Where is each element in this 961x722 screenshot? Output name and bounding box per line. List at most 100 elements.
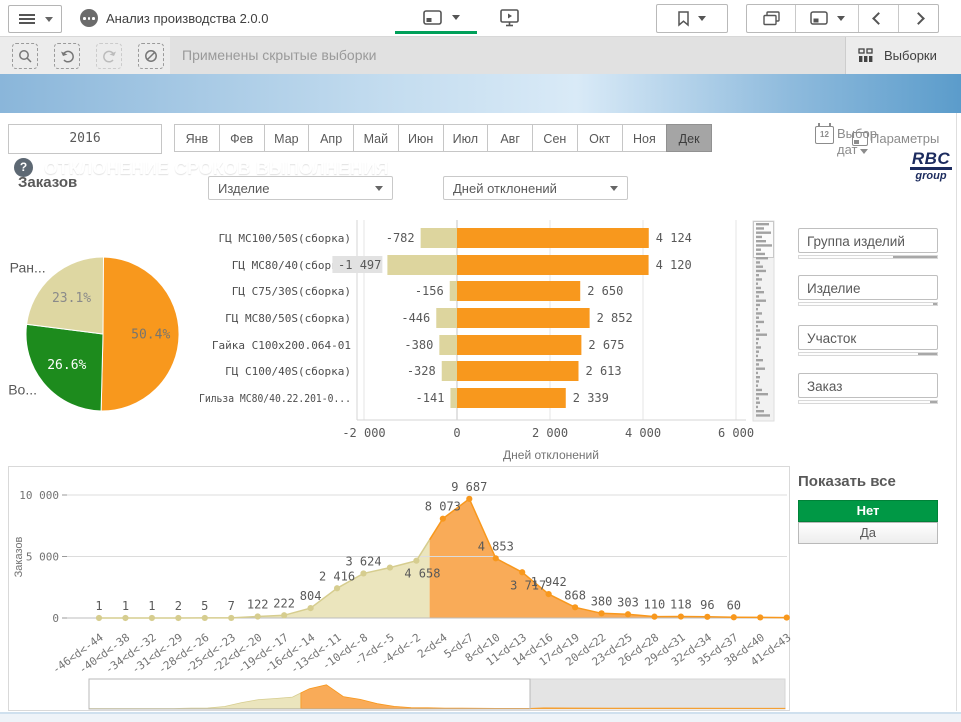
data-point[interactable] bbox=[202, 615, 208, 621]
sheet-chevron-down-icon[interactable] bbox=[452, 15, 460, 20]
minimap-window[interactable] bbox=[754, 222, 774, 258]
data-point[interactable] bbox=[625, 611, 631, 617]
bar-value-label: 2 339 bbox=[573, 391, 609, 405]
minimap-bar bbox=[756, 308, 758, 310]
data-point[interactable] bbox=[308, 605, 314, 611]
data-point[interactable] bbox=[704, 614, 710, 620]
bar-positive[interactable] bbox=[457, 308, 590, 328]
filter-scrollbar[interactable] bbox=[798, 400, 938, 404]
sheet-overview-button[interactable] bbox=[747, 5, 795, 32]
bar-positive[interactable] bbox=[457, 388, 566, 408]
undo-selection-button[interactable] bbox=[54, 43, 80, 69]
filter-scrollbar[interactable] bbox=[798, 302, 938, 306]
sheet-selector-button[interactable] bbox=[795, 5, 858, 32]
month-button-Янв[interactable]: Янв bbox=[174, 124, 220, 152]
bar-positive[interactable] bbox=[457, 281, 580, 301]
point-label: 110 bbox=[644, 598, 666, 612]
data-point[interactable] bbox=[466, 496, 472, 502]
orders-area-chart: 05 00010 0001-46<d<-441-40<d<-381-34<d<-… bbox=[9, 467, 789, 710]
current-sheet-icon[interactable] bbox=[423, 10, 443, 26]
filter-scrollbar[interactable] bbox=[798, 352, 938, 356]
minimap-bar bbox=[756, 406, 758, 408]
filter-box-3[interactable]: Участок bbox=[798, 325, 938, 350]
minimap-bar bbox=[756, 244, 772, 246]
minimap-bar bbox=[756, 329, 760, 331]
active-tab-indicator bbox=[395, 31, 477, 34]
dimension-dropdown[interactable]: Изделие bbox=[208, 176, 393, 200]
month-button-Ноя[interactable]: Ноя bbox=[622, 124, 668, 152]
data-point[interactable] bbox=[493, 555, 499, 561]
y-tick-label: 10 000 bbox=[19, 489, 59, 502]
month-button-Июл[interactable]: Июл bbox=[443, 124, 489, 152]
show-all-title: Показать все bbox=[798, 473, 896, 490]
bar-negative[interactable] bbox=[439, 335, 457, 355]
data-point[interactable] bbox=[598, 610, 604, 616]
navigator-excluded-range[interactable] bbox=[530, 679, 785, 709]
month-button-Авг[interactable]: Авг bbox=[487, 124, 533, 152]
bar-negative[interactable] bbox=[450, 281, 457, 301]
bar-negative[interactable] bbox=[442, 361, 457, 381]
data-point[interactable] bbox=[572, 604, 578, 610]
data-point[interactable] bbox=[731, 614, 737, 620]
month-button-Май[interactable]: Май bbox=[353, 124, 399, 152]
year-filter[interactable]: 2016 bbox=[8, 124, 162, 154]
qlik-dashboard: Анализ производства 2.0.0 bbox=[0, 0, 961, 722]
sheet-header: ? ОТКЛОНЕНИЕ СРОКОВ ВЫПОЛНЕНИЯ RBC group bbox=[0, 74, 961, 113]
storytelling-icon[interactable] bbox=[500, 9, 520, 27]
redo-arrow-icon bbox=[102, 50, 117, 63]
bar-positive[interactable] bbox=[457, 361, 579, 381]
minimap-bar bbox=[756, 236, 762, 238]
month-button-Сен[interactable]: Сен bbox=[532, 124, 578, 152]
filter-scrollbar[interactable] bbox=[798, 255, 938, 259]
bookmarks-button[interactable] bbox=[656, 4, 728, 33]
month-button-Июн[interactable]: Июн bbox=[398, 124, 444, 152]
bar-positive[interactable] bbox=[457, 228, 649, 248]
clear-selections-button[interactable] bbox=[138, 43, 164, 69]
month-button-Мар[interactable]: Мар bbox=[264, 124, 310, 152]
filter-box-2[interactable]: Изделие bbox=[798, 275, 938, 300]
data-point[interactable] bbox=[757, 614, 763, 620]
measure-dropdown[interactable]: Дней отклонений bbox=[443, 176, 628, 200]
redo-selection-button[interactable] bbox=[96, 43, 122, 69]
data-point[interactable] bbox=[122, 615, 128, 621]
data-point[interactable] bbox=[175, 615, 181, 621]
bar-positive[interactable] bbox=[457, 335, 581, 355]
show-all-option-Нет[interactable]: Нет bbox=[798, 500, 938, 522]
selections-bar: Применены скрытые выборки Выборки bbox=[0, 37, 961, 74]
data-point[interactable] bbox=[96, 615, 102, 621]
data-point[interactable] bbox=[651, 614, 657, 620]
month-button-Фев[interactable]: Фев bbox=[219, 124, 265, 152]
month-button-Апр[interactable]: Апр bbox=[308, 124, 354, 152]
data-point[interactable] bbox=[413, 558, 419, 564]
data-point[interactable] bbox=[149, 615, 155, 621]
show-all-option-Да[interactable]: Да bbox=[798, 522, 938, 544]
data-point[interactable] bbox=[546, 591, 552, 597]
smart-search-button[interactable] bbox=[12, 43, 38, 69]
filter-box-4[interactable]: Заказ bbox=[798, 373, 938, 398]
data-point[interactable] bbox=[678, 613, 684, 619]
data-point[interactable] bbox=[387, 564, 393, 570]
data-point[interactable] bbox=[228, 615, 234, 621]
month-button-Дек[interactable]: Дек bbox=[666, 124, 712, 152]
selections-tool-button[interactable]: Выборки bbox=[845, 37, 961, 74]
data-point[interactable] bbox=[255, 613, 261, 619]
data-point[interactable] bbox=[334, 585, 340, 591]
parameters-icon bbox=[852, 132, 868, 146]
month-button-Окт[interactable]: Окт bbox=[577, 124, 623, 152]
parameters-button[interactable]: Параметры bbox=[852, 131, 939, 146]
minimap-bar bbox=[756, 300, 766, 302]
previous-sheet-button[interactable] bbox=[858, 5, 898, 32]
bar-negative[interactable] bbox=[436, 308, 457, 328]
data-point[interactable] bbox=[519, 569, 525, 575]
bar-negative[interactable] bbox=[387, 255, 457, 275]
data-point[interactable] bbox=[784, 614, 790, 620]
data-point[interactable] bbox=[440, 516, 446, 522]
bar-negative[interactable] bbox=[450, 388, 457, 408]
next-sheet-button[interactable] bbox=[898, 5, 938, 32]
main-menu-button[interactable] bbox=[8, 5, 62, 33]
data-point[interactable] bbox=[281, 612, 287, 618]
bar-negative[interactable] bbox=[421, 228, 457, 248]
bar-positive[interactable] bbox=[457, 255, 649, 275]
data-point[interactable] bbox=[360, 570, 366, 576]
filter-box-1[interactable]: Группа изделий bbox=[798, 228, 938, 253]
